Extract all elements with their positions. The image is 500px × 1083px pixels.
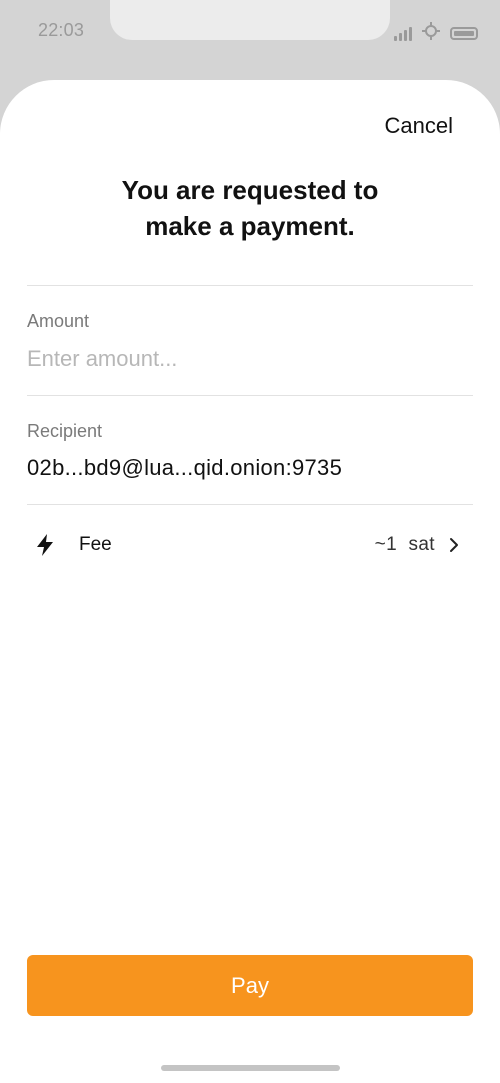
fee-value: ~1 sat <box>374 534 435 555</box>
fee-row[interactable]: Fee ~1 sat <box>27 520 473 570</box>
signal-strength-icon <box>394 26 412 41</box>
divider <box>27 504 473 505</box>
recipient-label: Recipient <box>27 421 103 441</box>
chevron-right-icon <box>449 537 459 553</box>
battery-icon <box>450 27 478 40</box>
cancel-button[interactable]: Cancel <box>385 113 453 139</box>
status-icons <box>394 21 478 46</box>
lightning-bolt-icon <box>35 533 75 557</box>
divider <box>27 395 473 396</box>
amount-input[interactable] <box>27 343 473 375</box>
amount-label: Amount <box>27 311 90 331</box>
divider <box>27 285 473 286</box>
device-notch <box>110 0 390 40</box>
recipient-value: 02b...bd9@lua...qid.onion:9735 <box>27 455 343 480</box>
payment-sheet: Cancel You are requested to make a payme… <box>0 80 500 1083</box>
location-icon <box>421 21 441 46</box>
home-indicator <box>161 1065 340 1071</box>
page-title-line-2: make a payment. <box>145 211 355 241</box>
fee-label: Fee <box>79 534 112 555</box>
page-title-line-1: You are requested to <box>121 175 379 205</box>
pay-button[interactable]: Pay <box>27 955 473 1016</box>
page-title: You are requested to make a payment. <box>0 172 500 244</box>
phone-screen: 22:03 Cancel You are requested to make a… <box>0 0 500 1083</box>
status-time: 22:03 <box>38 20 85 40</box>
